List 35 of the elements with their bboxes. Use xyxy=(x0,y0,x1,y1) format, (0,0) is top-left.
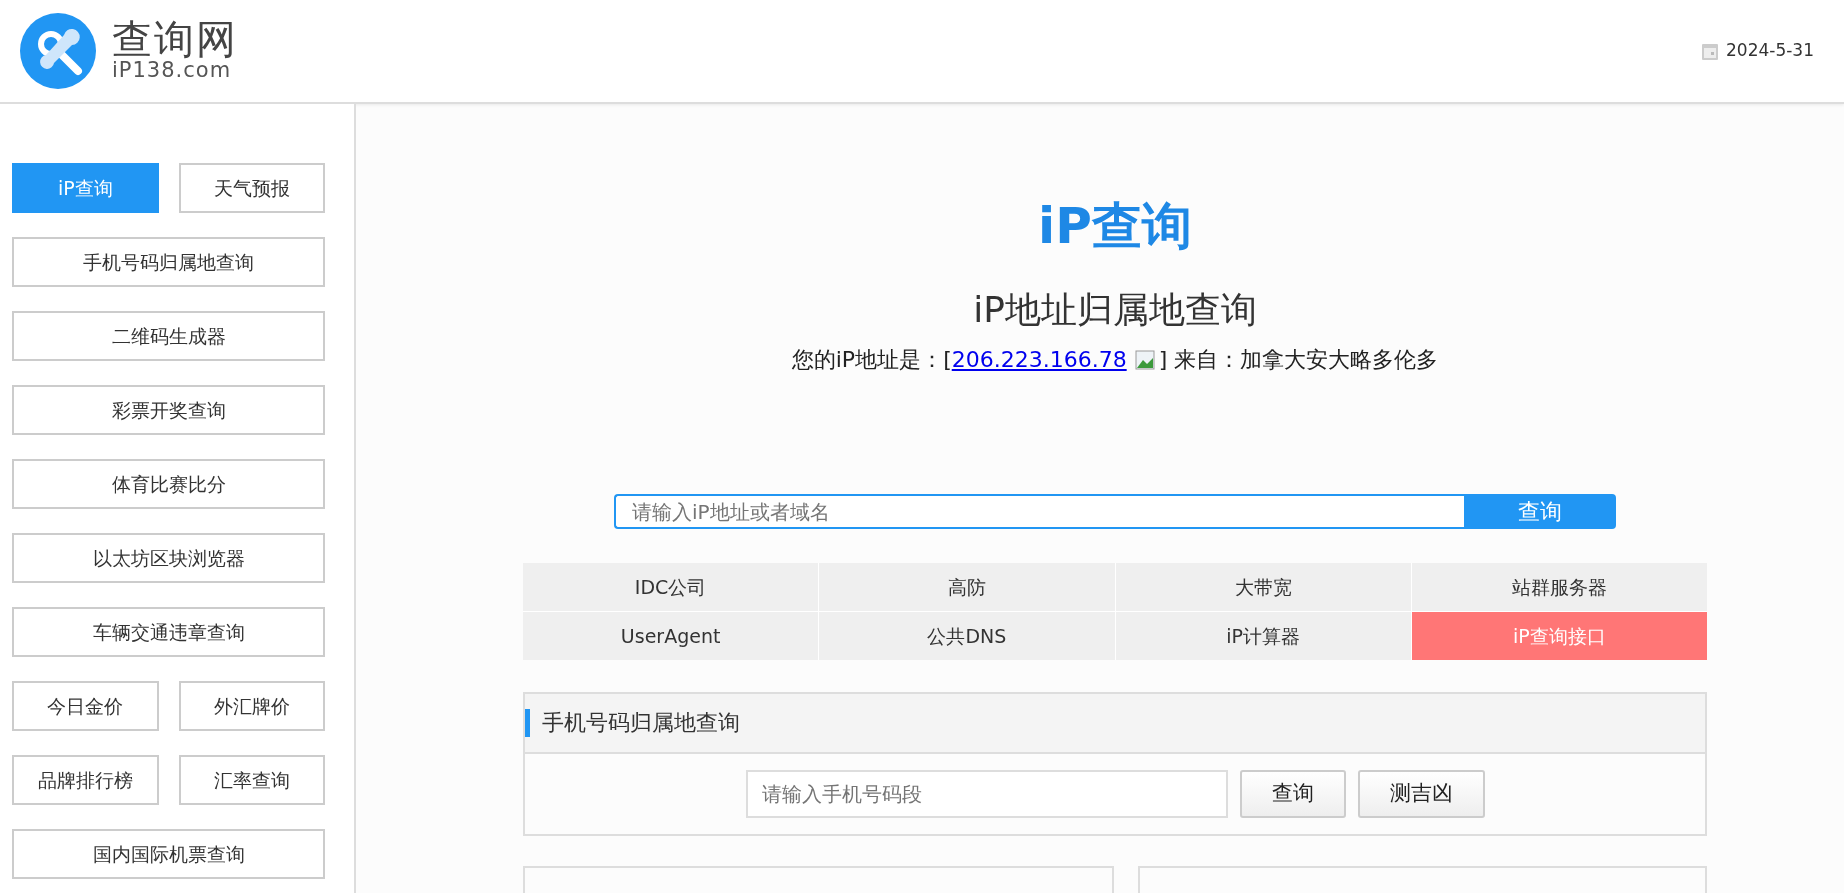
link-cell[interactable]: 高防 xyxy=(819,563,1115,612)
page-subtitle: iP地址归属地查询 xyxy=(973,288,1257,332)
sidebar-item[interactable]: 二维码生成器 xyxy=(12,311,325,361)
sidebar-item[interactable]: 手机号码归属地查询 xyxy=(12,237,325,287)
link-cell[interactable]: 公共DNS xyxy=(819,612,1115,661)
sidebar-item[interactable]: 国内国际机票查询 xyxy=(12,829,325,879)
page-title: iP查询 xyxy=(1038,196,1192,256)
link-cell[interactable]: UserAgent xyxy=(523,612,819,661)
ip-label: 您的iP地址是：[ xyxy=(791,346,952,375)
link-cell[interactable]: 大带宽 xyxy=(1115,563,1411,612)
search-field[interactable]: 请输入iP地址或者域名 xyxy=(614,494,1464,530)
link-cell[interactable]: iP计算器 xyxy=(1115,612,1411,661)
link-cell[interactable]: 站群服务器 xyxy=(1411,563,1707,612)
sidebar-item[interactable]: 品牌排行榜 xyxy=(12,755,159,805)
broken-image-icon xyxy=(1134,349,1155,370)
logo-subtitle: iP138.com xyxy=(112,59,233,83)
date-text: 2024-5-31 xyxy=(1726,39,1814,63)
query-button[interactable]: 查询 xyxy=(1239,770,1346,819)
panel-title: 手机号码归属地查询 xyxy=(525,709,740,738)
sidebar-item[interactable]: 彩票开奖查询 xyxy=(12,385,325,435)
logo-icon xyxy=(20,13,96,89)
calendar-icon xyxy=(1702,42,1718,60)
sidebar-item[interactable]: 体育比赛比分 xyxy=(12,459,325,509)
ip-origin-text: ] 来自：加拿大安大略多伦多 xyxy=(1158,346,1439,375)
sidebar-item[interactable]: 车辆交通违章查询 xyxy=(12,607,325,657)
phone-input-field[interactable]: 请输入手机号码段 xyxy=(745,770,1228,819)
logo-title: 查询网 xyxy=(112,19,238,60)
sidebar-item[interactable]: 外汇牌价 xyxy=(178,681,325,731)
sidebar-item[interactable]: 今日金价 xyxy=(12,681,159,731)
ip-link[interactable]: 206.223.166.78 xyxy=(951,343,1127,377)
sidebar-item[interactable]: 天气预报 xyxy=(178,163,325,213)
sidebar-item[interactable]: 以太坊区块浏览器 xyxy=(12,533,325,583)
sidebar-item[interactable]: 汇率查询 xyxy=(178,755,325,805)
link-cell[interactable]: IDC公司 xyxy=(523,563,819,612)
query-button[interactable]: 测吉凶 xyxy=(1357,770,1485,819)
